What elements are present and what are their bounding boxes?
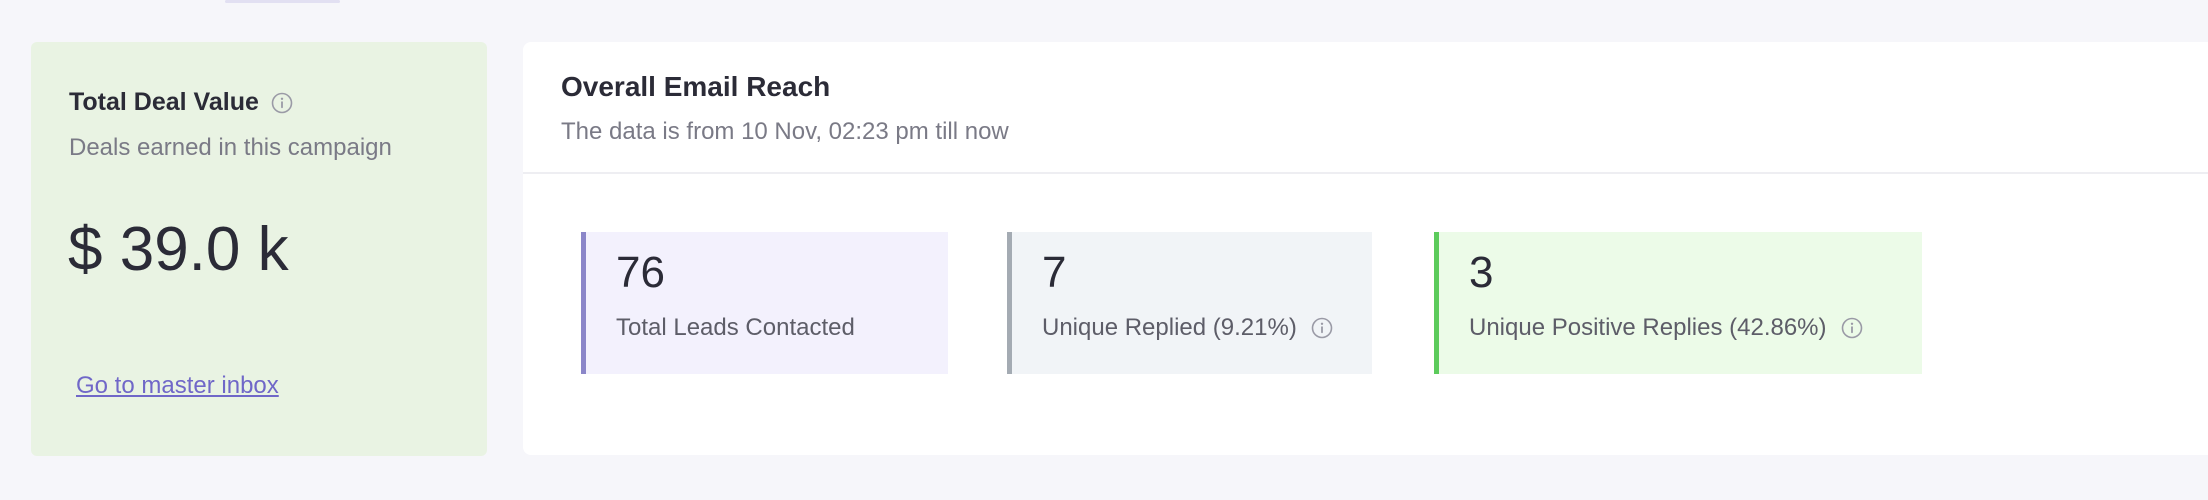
stat-label: Total Leads Contacted (616, 314, 855, 341)
deal-subtitle: Deals earned in this campaign (69, 134, 392, 161)
info-icon[interactable] (271, 92, 293, 114)
total-deal-value-card: Total Deal Value Deals earned in this ca… (31, 42, 487, 456)
overall-email-reach-card: Overall Email Reach The data is from 10 … (523, 42, 2208, 455)
info-icon[interactable] (1841, 317, 1863, 339)
stat-label-row: Total Leads Contacted (616, 314, 855, 342)
stat-label-row: Unique Positive Replies (42.86%) (1469, 314, 1863, 342)
go-to-master-inbox-link[interactable]: Go to master inbox (76, 372, 279, 400)
stat-label: Unique Positive Replies (42.86%) (1469, 314, 1827, 341)
info-icon[interactable] (1311, 317, 1333, 339)
stat-value: 76 (616, 248, 665, 297)
stat-value: 7 (1042, 248, 1067, 297)
deal-title: Total Deal Value (69, 88, 259, 116)
deal-title-row: Total Deal Value (69, 88, 293, 117)
reach-subtitle: The data is from 10 Nov, 02:23 pm till n… (561, 118, 1009, 145)
top-tab-indicator (225, 0, 340, 3)
divider (523, 172, 2208, 174)
stat-label-row: Unique Replied (9.21%) (1042, 314, 1333, 342)
stat-unique-replied: 7 Unique Replied (9.21%) (1007, 232, 1372, 374)
stat-value: 3 (1469, 248, 1494, 297)
stat-label: Unique Replied (9.21%) (1042, 314, 1297, 341)
stat-total-leads-contacted: 76 Total Leads Contacted (581, 232, 948, 374)
deal-amount: $ 39.0 k (68, 215, 289, 284)
reach-title: Overall Email Reach (561, 71, 831, 102)
stat-unique-positive-replies: 3 Unique Positive Replies (42.86%) (1434, 232, 1922, 374)
